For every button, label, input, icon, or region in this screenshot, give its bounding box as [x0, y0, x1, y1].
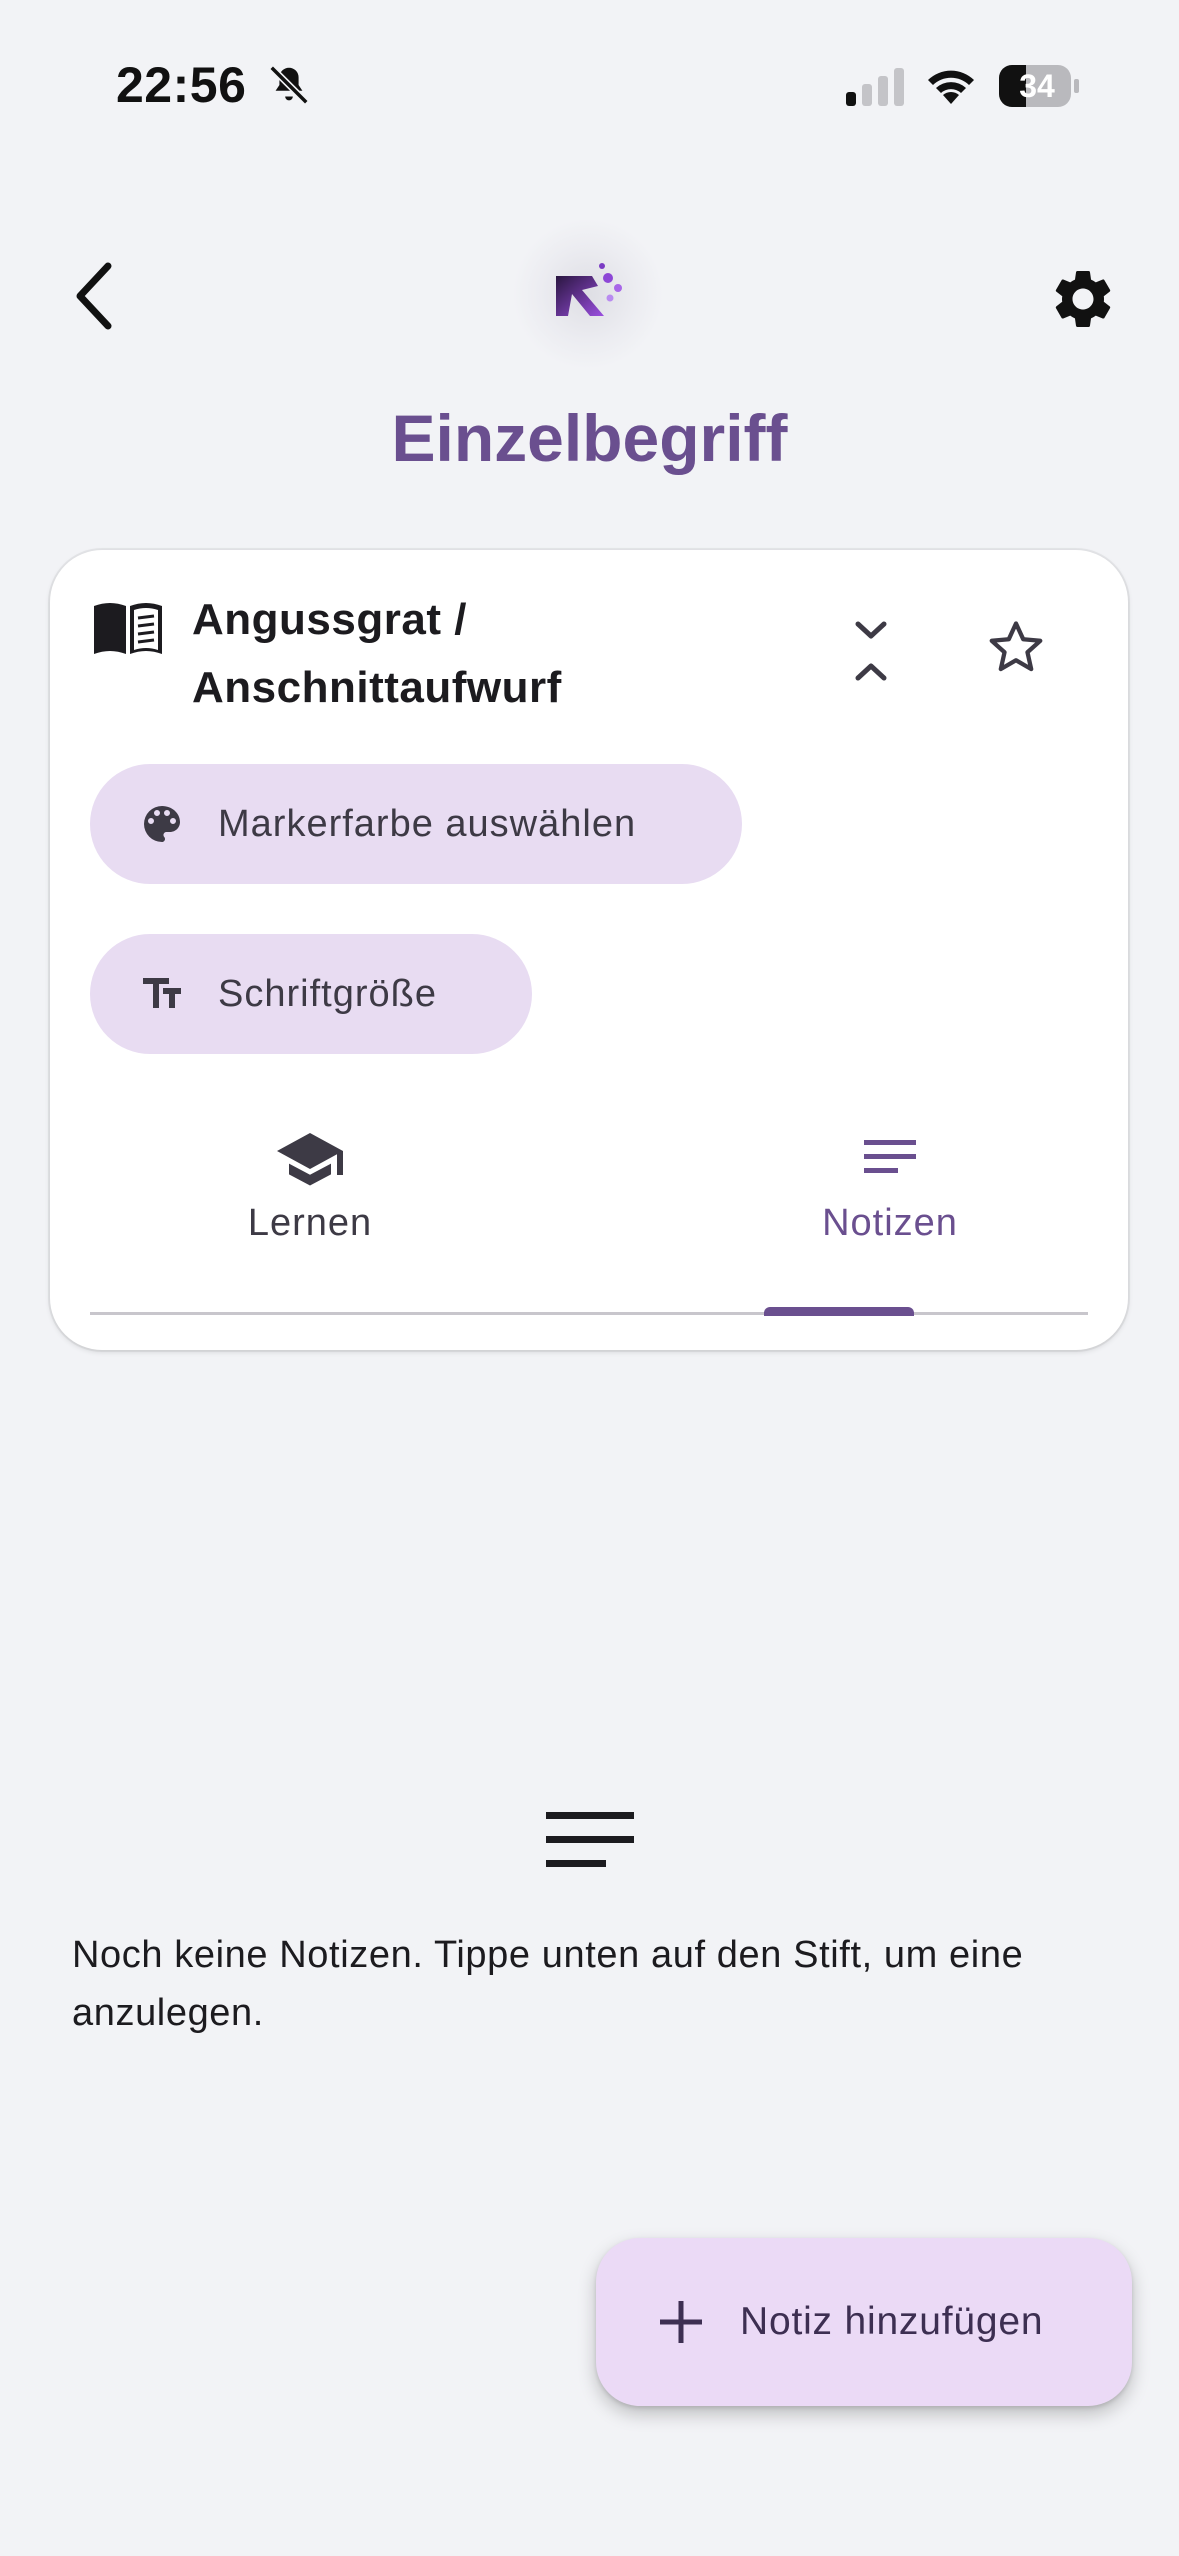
gear-icon[interactable] [1048, 264, 1118, 334]
term-title: Angussgrat / Anschnittaufwurf [192, 595, 562, 712]
tab-learn[interactable]: Lernen [180, 1130, 440, 1280]
cellular-signal-icon [846, 68, 904, 106]
school-icon [277, 1133, 343, 1186]
term-card: Angussgrat / Anschnittaufwurf Markerfarb… [50, 550, 1128, 1350]
add-note-button[interactable]: Notiz hinzufügen [596, 2238, 1132, 2406]
tab-learn-label: Lernen [247, 1202, 373, 1244]
battery-level: 34 [1019, 68, 1055, 104]
tab-indicator [764, 1307, 914, 1316]
tab-divider [90, 1312, 1088, 1315]
marker-color-label: Markerfarbe auswählen [218, 802, 637, 845]
wifi-icon [928, 70, 974, 104]
page-title: Einzelbegriff [391, 401, 788, 475]
text-size-icon [143, 978, 181, 1008]
palette-icon [144, 806, 180, 842]
empty-notes-message: Noch keine Notizen. Tippe unten auf den … [72, 1934, 1024, 2034]
app-logo [556, 263, 622, 316]
book-icon [94, 603, 162, 654]
add-note-label: Notiz hinzufügen [740, 2300, 1044, 2343]
notes-empty-icon [546, 1812, 634, 1867]
tab-notes[interactable]: Notizen [730, 1130, 1050, 1280]
back-arrow-icon[interactable] [62, 256, 132, 336]
status-time: 22:56 [116, 57, 247, 113]
font-size-label: Schriftgröße [218, 972, 437, 1015]
star-icon[interactable] [984, 616, 1048, 680]
marker-color-chip[interactable]: Markerfarbe auswählen [90, 764, 742, 884]
plus-icon [660, 2301, 702, 2343]
tab-notes-label: Notizen [822, 1202, 958, 1244]
font-size-chip[interactable]: Schriftgröße [90, 934, 532, 1054]
notes-icon [864, 1140, 916, 1173]
collapse-icon[interactable] [842, 618, 900, 684]
bell-muted-icon [269, 65, 309, 105]
